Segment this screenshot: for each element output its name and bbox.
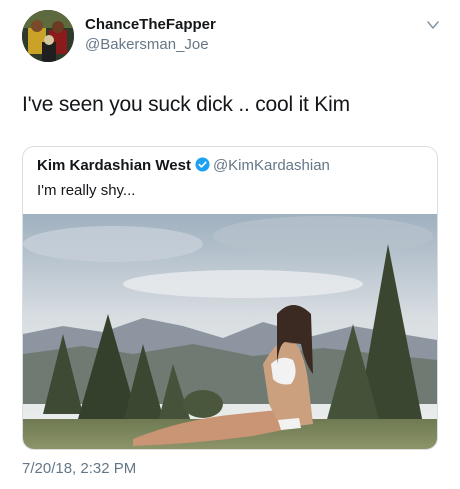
quoted-tweet-text: I'm really shy... [37, 182, 136, 199]
tweet-header: ChanceTheFapper @Bakersman_Joe [22, 10, 442, 66]
quoted-tweet[interactable]: Kim Kardashian West @KimKardashian I'm r… [22, 146, 438, 450]
display-name[interactable]: ChanceTheFapper [85, 16, 216, 33]
user-handle[interactable]: @Bakersman_Joe [85, 36, 209, 53]
quoted-display-name[interactable]: Kim Kardashian West [37, 157, 191, 174]
chevron-down-icon[interactable] [426, 18, 440, 32]
quoted-tweet-photo[interactable] [23, 214, 437, 449]
tweet-timestamp[interactable]: 7/20/18, 2:32 PM [22, 460, 136, 477]
quoted-tweet-header: Kim Kardashian West @KimKardashian [37, 157, 330, 177]
tweet-text: I've seen you suck dick .. cool it Kim [22, 93, 350, 116]
avatar[interactable] [22, 10, 74, 62]
tweet-card: ChanceTheFapper @Bakersman_Joe I've seen… [0, 0, 460, 489]
quoted-user-handle[interactable]: @KimKardashian [213, 157, 330, 174]
avatar-image [22, 10, 74, 62]
verified-badge-icon [195, 157, 210, 172]
photo-illustration [23, 214, 437, 449]
